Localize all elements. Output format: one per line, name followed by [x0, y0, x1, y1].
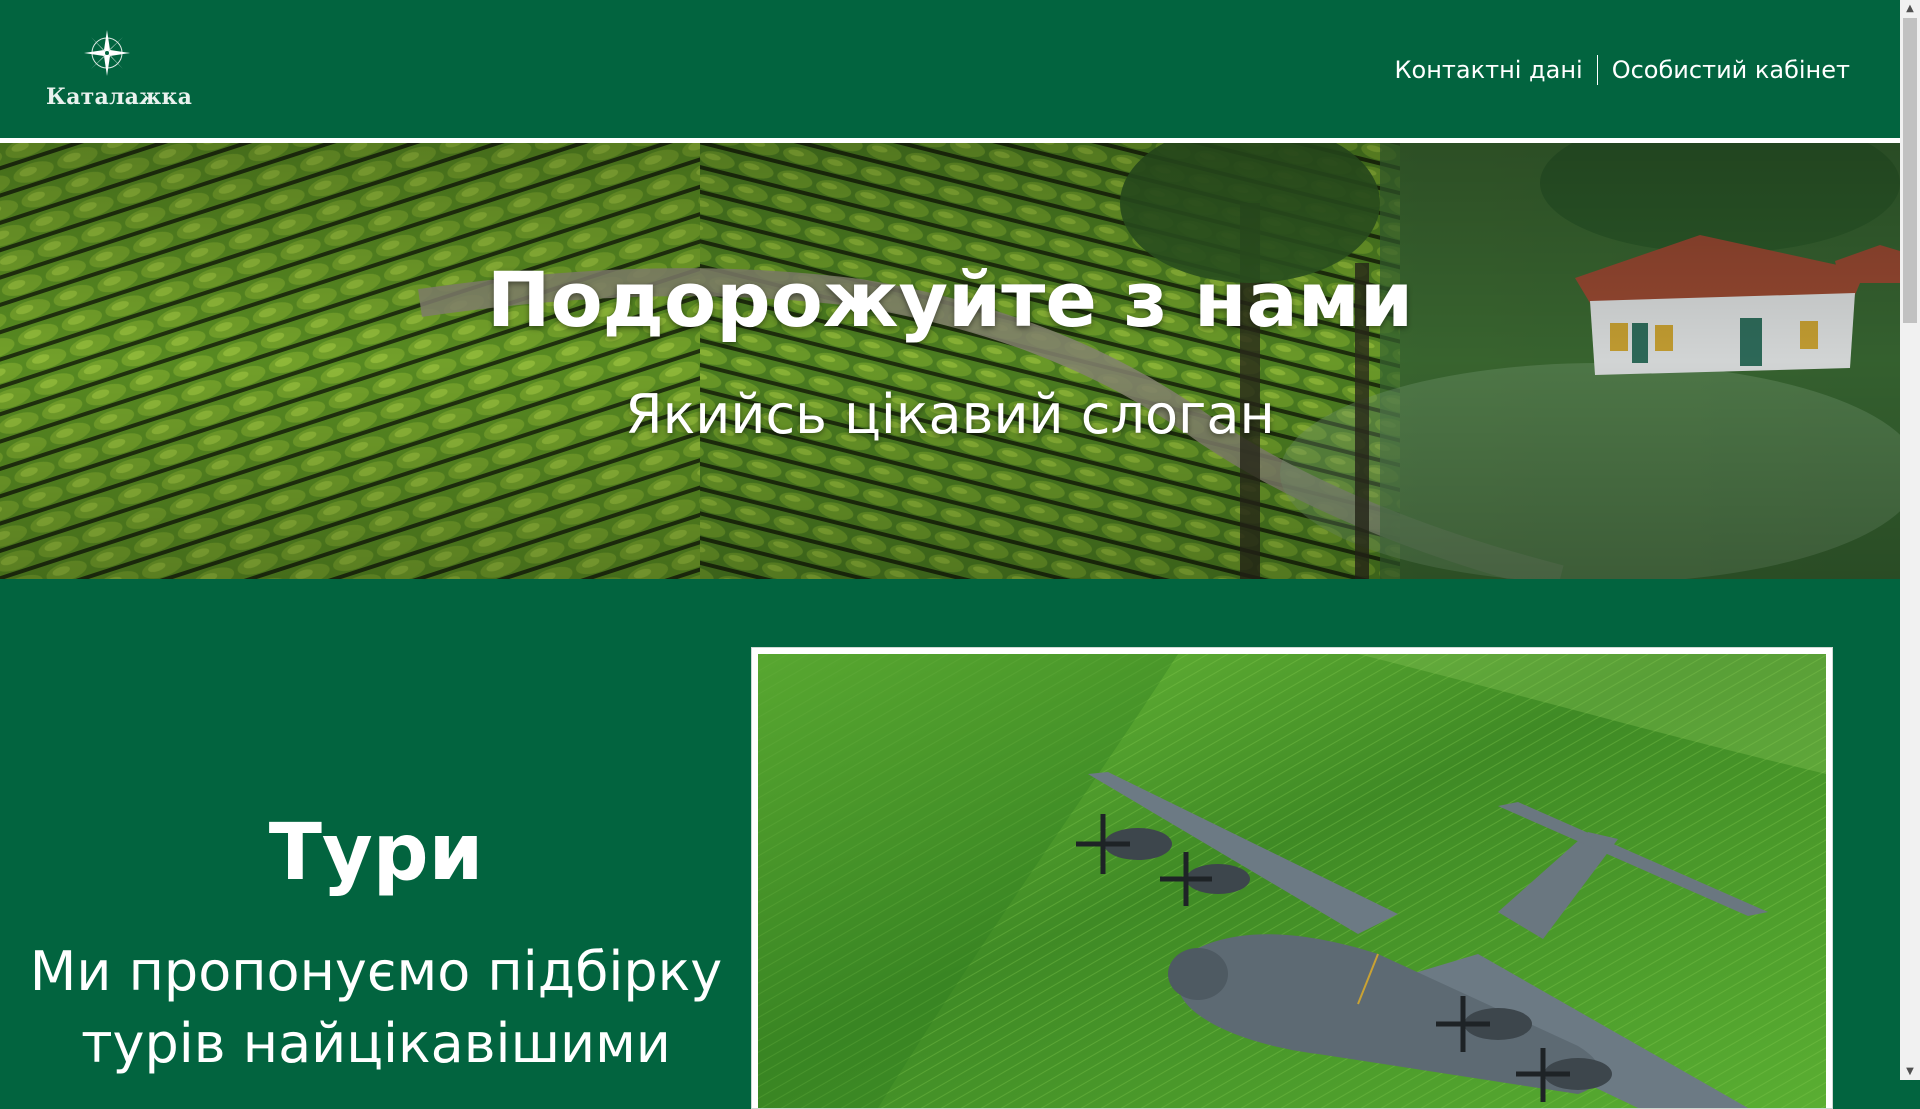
scrollbar-thumb[interactable]	[1903, 18, 1917, 323]
hero-background-image	[0, 143, 1900, 579]
page-scrollbar[interactable]: ▲ ▼	[1900, 0, 1920, 1080]
tours-photo-frame	[751, 647, 1833, 1109]
header-nav: Контактні дані Особистий кабінет	[1394, 50, 1850, 90]
nav-link-account[interactable]: Особистий кабінет	[1612, 56, 1850, 84]
brand-logo-link[interactable]: Каталажка	[46, 28, 193, 114]
scroll-down-arrow-icon[interactable]: ▼	[1900, 1063, 1920, 1080]
tours-description: Ми пропонуємо підбірку турів найцікавіши…	[0, 936, 752, 1080]
scroll-up-arrow-icon[interactable]: ▲	[1900, 0, 1920, 17]
tours-photo	[758, 654, 1826, 1108]
nav-separator	[1596, 55, 1598, 85]
tours-title: Тури	[268, 808, 484, 898]
hero-banner: Подорожуйте з нами Якийсь цікавий слоган	[0, 143, 1900, 579]
site-header: Каталажка Контактні дані Особистий кабін…	[0, 0, 1900, 138]
tours-description-line-1: Ми пропонуємо підбірку	[29, 940, 723, 1003]
hero-title: Подорожуйте з нами	[486, 255, 1414, 344]
military-airplane-image	[758, 654, 1826, 1108]
hero-slogan: Якийсь цікавий слоган	[625, 383, 1275, 446]
nav-link-contacts[interactable]: Контактні дані	[1394, 56, 1582, 84]
brand-name: Каталажка	[46, 84, 193, 110]
compass-rose-icon	[84, 30, 130, 76]
tours-description-line-2: турів найцікавішими	[81, 1012, 671, 1075]
